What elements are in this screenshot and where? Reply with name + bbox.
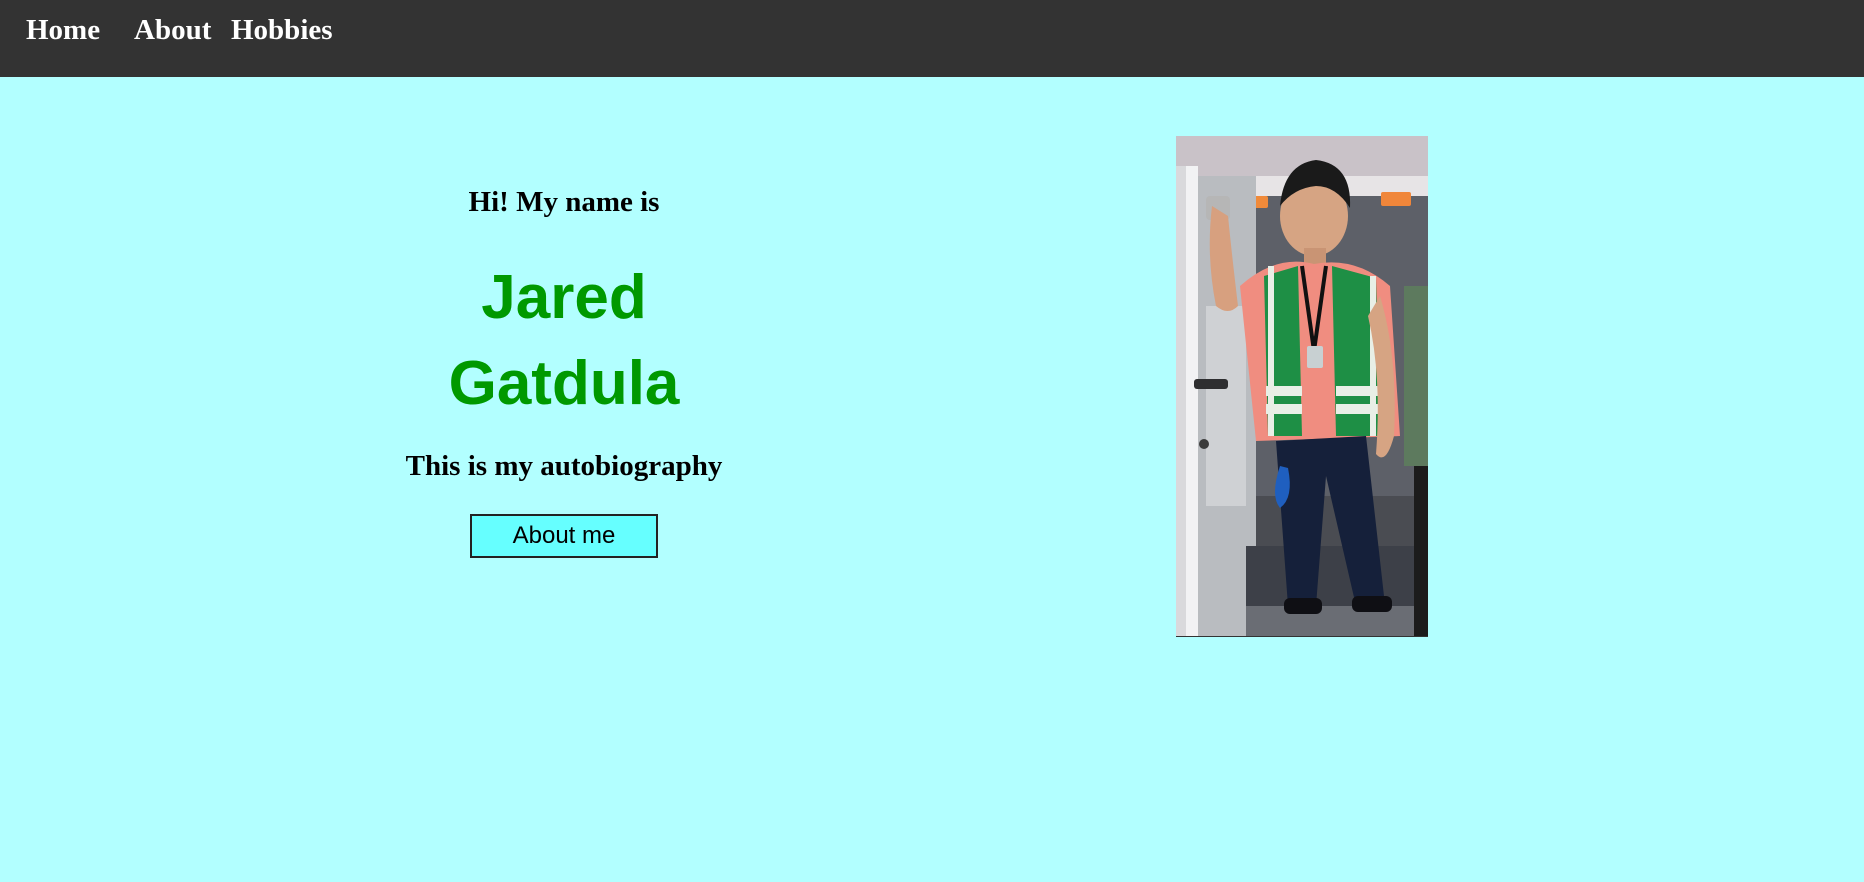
name-heading: Jared Gatdula [364,255,764,427]
last-name: Gatdula [448,349,680,418]
nav-link-hobbies[interactable]: Hobbies [231,12,333,48]
about-me-button[interactable]: About me [470,514,658,558]
nav-link-home[interactable]: Home [26,12,100,48]
first-name: Jared [481,263,647,332]
greeting-text: Hi! My name is [468,186,660,218]
navbar: Home About Hobbies [0,0,1864,77]
subtitle-text: This is my autobiography [405,450,723,482]
nav-link-about[interactable]: About [134,12,211,48]
portrait-photo [1176,136,1428,637]
